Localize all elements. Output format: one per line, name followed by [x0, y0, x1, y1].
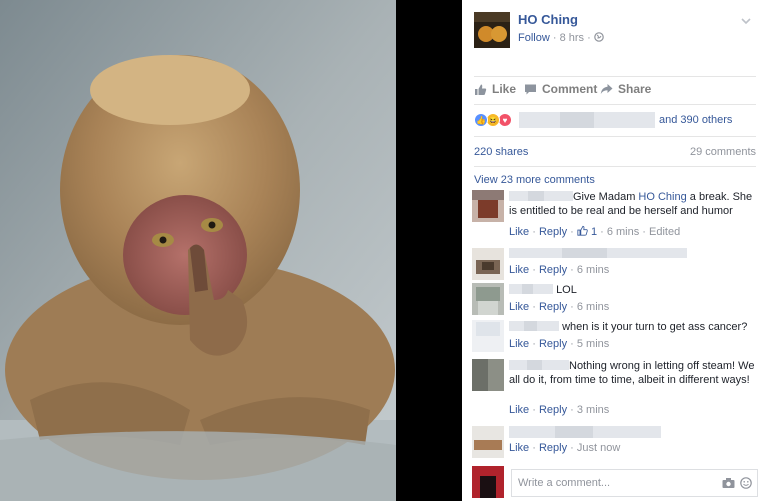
blurred-commenter-name[interactable]: [509, 284, 553, 294]
globe-icon: [594, 32, 604, 44]
post-meta: Follow · 8 hrs ·: [518, 32, 604, 44]
blurred-comment-content: [509, 248, 687, 258]
post-header: HO Ching Follow · 8 hrs ·: [474, 12, 754, 52]
like-button[interactable]: Like: [474, 82, 516, 96]
comment-text: when is it your turn to get ass cancer?: [509, 320, 757, 334]
post-photo[interactable]: [0, 0, 396, 501]
avatar[interactable]: [472, 283, 504, 315]
follow-link[interactable]: Follow: [518, 32, 550, 44]
avatar[interactable]: [472, 466, 504, 498]
avatar[interactable]: [472, 320, 504, 352]
view-more-comments[interactable]: View 23 more comments: [474, 174, 595, 186]
mention-link[interactable]: HO Ching: [638, 191, 686, 203]
comment-actions: Like · Reply · 5 mins: [509, 338, 610, 350]
shares-count[interactable]: 220 shares: [474, 146, 528, 158]
comment-reply-link[interactable]: Reply: [539, 404, 567, 416]
comment-text: [509, 426, 757, 442]
chevron-down-icon[interactable]: [740, 14, 752, 26]
emoji-icon[interactable]: [740, 476, 752, 494]
edited-label[interactable]: Edited: [649, 226, 680, 238]
monkey-photo: [0, 0, 396, 501]
divider: [474, 136, 756, 137]
comment-reply-link[interactable]: Reply: [539, 442, 567, 454]
comment-time[interactable]: Just now: [577, 442, 620, 454]
comment-time[interactable]: 5 mins: [577, 338, 609, 350]
comment-like-link[interactable]: Like: [509, 338, 529, 350]
thumbs-up-icon: [475, 84, 487, 95]
avatar[interactable]: [472, 248, 504, 280]
reactions-row[interactable]: 👍 😆 ♥ and 390 others: [474, 112, 756, 130]
separator-dot: ·: [552, 32, 560, 44]
divider: [474, 166, 756, 167]
comment-actions: Like · Reply · Just now: [509, 442, 621, 454]
comment-time[interactable]: 6 mins: [607, 226, 639, 238]
avatar[interactable]: [472, 426, 504, 458]
comment-time[interactable]: 6 mins: [577, 301, 609, 313]
post-time[interactable]: 8 hrs: [560, 32, 584, 44]
reactions-count[interactable]: and 390 others: [659, 114, 732, 126]
thumbs-up-icon: [577, 225, 588, 238]
blurred-names: [519, 112, 655, 128]
comments-count[interactable]: 29 comments: [690, 146, 756, 158]
camera-icon[interactable]: [722, 476, 735, 494]
comment-like-link[interactable]: Like: [509, 226, 529, 238]
comment-icon: [525, 84, 536, 94]
page-avatar[interactable]: [474, 12, 510, 48]
comment-actions: Like · Reply · 3 mins: [509, 404, 610, 416]
comment-placeholder: Write a comment...: [518, 477, 611, 489]
comment-like-link[interactable]: Like: [509, 404, 529, 416]
love-reaction-icon: ♥: [498, 113, 512, 127]
comment-reply-link[interactable]: Reply: [539, 264, 567, 276]
comment-input[interactable]: Write a comment...: [511, 469, 758, 497]
comment-text: Nothing wrong in letting off steam! We a…: [509, 360, 755, 386]
comment-time[interactable]: 6 mins: [577, 264, 609, 276]
divider: [474, 104, 756, 105]
avatar[interactable]: [472, 359, 504, 391]
blurred-commenter-name[interactable]: [509, 191, 573, 201]
comment-like-link[interactable]: Like: [509, 442, 529, 454]
comment-actions: Like · Reply · 1 · 6 mins · Edited: [509, 225, 681, 238]
post-sidebar: HO Ching Follow · 8 hrs · Like Comment S…: [462, 0, 760, 501]
comment-time[interactable]: 3 mins: [577, 404, 609, 416]
avatar[interactable]: [472, 190, 504, 222]
comment-like-link[interactable]: Like: [509, 301, 529, 313]
blurred-commenter-name[interactable]: [509, 360, 569, 370]
share-icon: [600, 83, 613, 94]
like-reaction-icon: 👍: [474, 113, 488, 127]
haha-reaction-icon: 😆: [486, 113, 500, 127]
comment-text: [509, 248, 757, 262]
comment-like-count[interactable]: 1: [591, 226, 597, 238]
comment-text: LOL: [509, 283, 757, 297]
comment-composer: Write a comment...: [472, 466, 758, 501]
separator-dot: ·: [587, 32, 594, 44]
comment-actions: Like · Reply · 6 mins: [509, 301, 610, 313]
divider: [474, 76, 756, 77]
photo-viewer-background: [396, 0, 462, 501]
comment-actions: Like · Reply · 6 mins: [509, 264, 610, 276]
page-name[interactable]: HO Ching: [518, 12, 578, 27]
comment-button[interactable]: Comment: [524, 82, 597, 96]
share-button[interactable]: Share: [600, 82, 651, 96]
comment-reply-link[interactable]: Reply: [539, 226, 567, 238]
comment-like-link[interactable]: Like: [509, 264, 529, 276]
comment-text: Give Madam HO Ching a break. She is enti…: [509, 191, 753, 217]
blurred-comment-content: [509, 426, 661, 438]
comment-reply-link[interactable]: Reply: [539, 301, 567, 313]
blurred-commenter-name[interactable]: [509, 321, 559, 331]
comment-reply-link[interactable]: Reply: [539, 338, 567, 350]
